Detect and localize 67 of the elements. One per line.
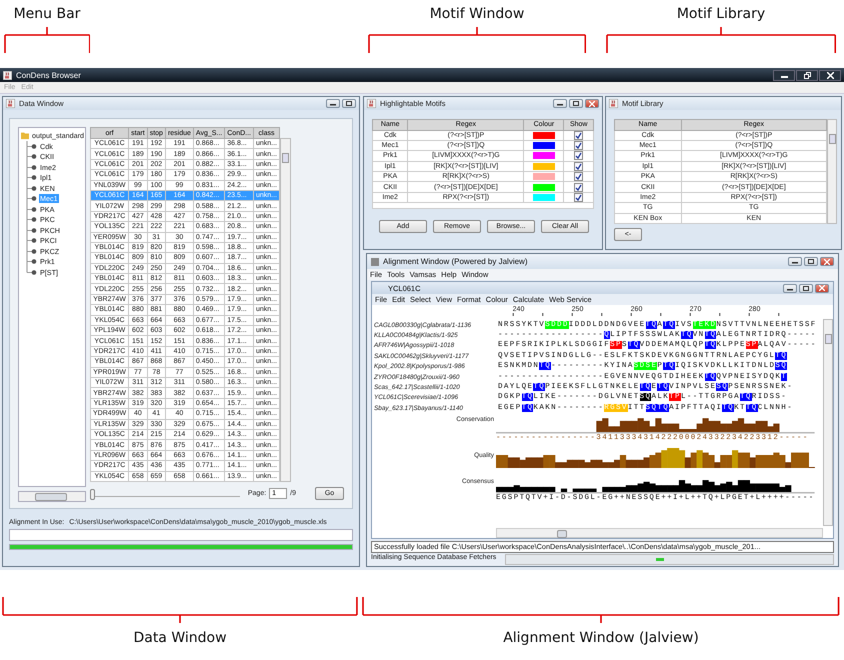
show-checkbox[interactable]: [574, 193, 584, 202]
callout-label: Motif Library: [676, 6, 766, 22]
maximize-icon: [346, 101, 352, 106]
close-icon: [824, 258, 830, 264]
colour-swatch[interactable]: [532, 152, 555, 160]
minimize-button[interactable]: [788, 257, 802, 266]
tree-connector-icon: [24, 172, 38, 184]
show-checkbox[interactable]: [574, 151, 584, 160]
tree-connector-icon: [24, 140, 38, 152]
callout-label: Menu Bar: [14, 6, 80, 22]
tree-connector-icon: [24, 151, 38, 162]
maximize-button[interactable]: [342, 99, 356, 108]
colour-swatch[interactable]: [532, 194, 555, 202]
colour-swatch[interactable]: [532, 132, 555, 139]
java-cup-icon: [367, 99, 376, 108]
maximize-icon: [808, 259, 814, 264]
minimize-icon: [557, 101, 563, 106]
tree-connector-icon: [24, 162, 38, 173]
tree-connector-icon: [24, 235, 38, 246]
show-checkbox[interactable]: [574, 182, 584, 192]
folder-icon: [21, 131, 30, 140]
callout-label: Motif Window: [430, 6, 524, 22]
close-icon: [819, 285, 825, 291]
horizontal-scrollbar[interactable]: [18, 491, 86, 502]
callout-label: Alignment Window (Jalview): [503, 630, 699, 646]
minimize-button[interactable]: [326, 99, 340, 108]
window-title: Alignment Window (Powered by Jalview): [383, 257, 528, 266]
callout-label: Data Window: [133, 630, 227, 646]
tree-connector-icon: [24, 256, 38, 268]
minimize-button[interactable]: [773, 70, 795, 80]
maximize-icon: [803, 286, 809, 290]
page-slider[interactable]: [90, 489, 240, 498]
colour-swatch[interactable]: [532, 173, 555, 180]
horizontal-scrollbar[interactable]: [496, 528, 823, 538]
vertical-scrollbar[interactable]: [827, 119, 837, 224]
window-title: ConDens Browser: [16, 70, 81, 80]
maximize-button[interactable]: [804, 257, 818, 266]
maximize-button[interactable]: [569, 99, 583, 108]
colour-swatch[interactable]: [532, 184, 555, 191]
java-cup-icon: [3, 70, 12, 80]
maximize-icon: [573, 101, 579, 106]
restore-icon: [804, 72, 810, 78]
vertical-scrollbar[interactable]: [280, 138, 291, 482]
tree-connector-icon: [24, 214, 38, 226]
close-button[interactable]: [819, 70, 841, 80]
minimize-button[interactable]: [783, 284, 797, 292]
colour-swatch[interactable]: [532, 162, 555, 170]
tree-connector-icon: [24, 182, 38, 194]
show-checkbox[interactable]: [574, 141, 584, 150]
tree-connector-icon: [24, 246, 38, 257]
close-icon: [826, 72, 834, 78]
minimize-icon: [792, 259, 798, 264]
minimize-button[interactable]: [553, 99, 567, 108]
colour-swatch[interactable]: [532, 142, 555, 150]
vertical-scrollbar[interactable]: [823, 319, 833, 526]
tree-connector-icon: [24, 204, 38, 215]
close-icon: [589, 100, 595, 106]
window-icon: [371, 258, 379, 266]
tree-connector-icon: [24, 193, 38, 204]
maximize-button[interactable]: [799, 284, 813, 292]
restore-button[interactable]: [796, 70, 818, 80]
show-checkbox[interactable]: [574, 172, 584, 182]
text-field[interactable]: [9, 529, 353, 541]
java-cup-icon: [609, 99, 618, 108]
minimize-icon: [330, 101, 336, 106]
java-cup-icon: [6, 99, 15, 108]
tree-connector-icon: [24, 224, 38, 236]
